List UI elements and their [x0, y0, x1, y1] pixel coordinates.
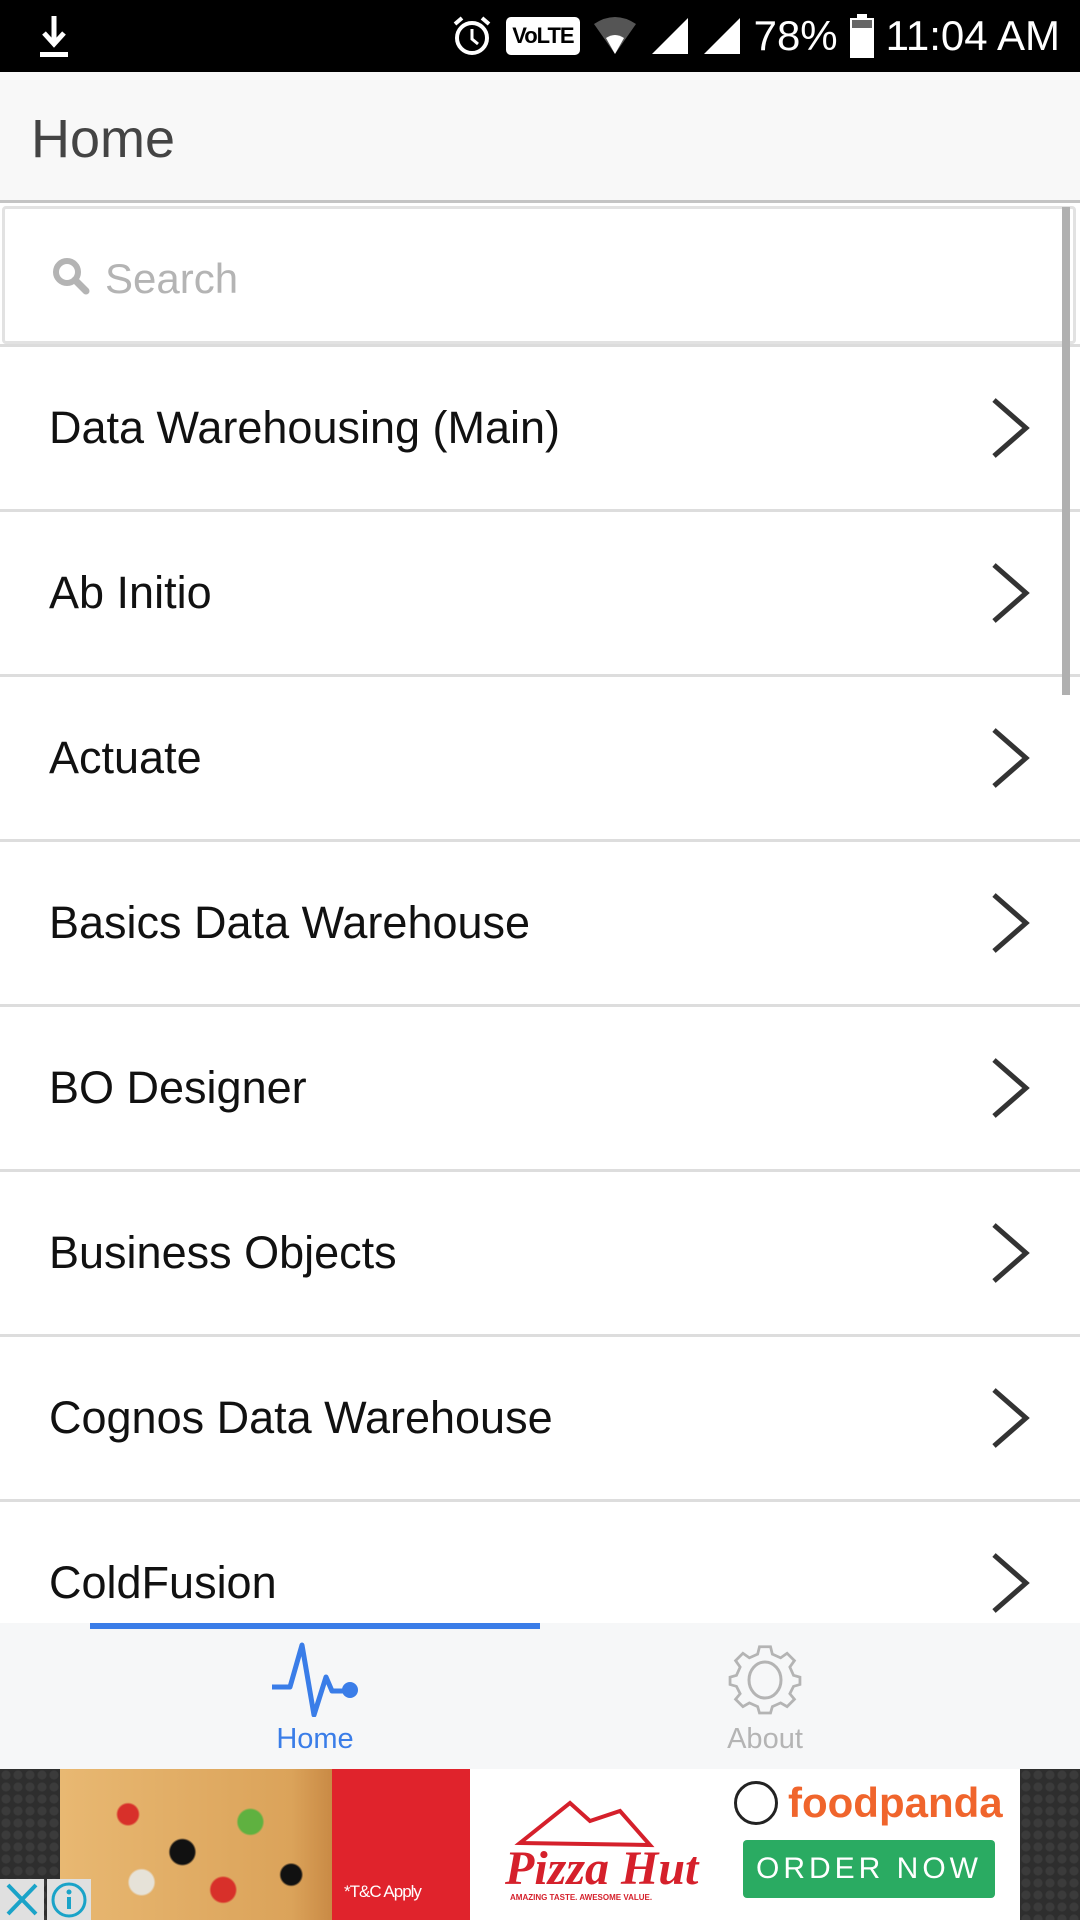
ad-terms-text: *T&C Apply — [344, 1882, 422, 1901]
ad-info-button[interactable] — [47, 1879, 91, 1920]
ad-close-button[interactable] — [0, 1879, 44, 1920]
search-bar[interactable] — [2, 206, 1076, 344]
signal-icon — [651, 18, 688, 54]
app-header: Home — [0, 72, 1080, 203]
tab-about-label: About — [727, 1723, 803, 1755]
chevron-right-icon — [992, 728, 1030, 788]
list-item-label: Actuate — [49, 732, 202, 783]
chevron-right-icon — [992, 398, 1030, 458]
wifi-icon — [593, 17, 636, 54]
order-now-button[interactable]: ORDER NOW — [743, 1840, 995, 1898]
ad-red-panel: *T&C Apply — [332, 1769, 470, 1920]
tab-about[interactable]: About — [495, 1629, 1035, 1769]
chevron-right-icon — [992, 893, 1030, 953]
pizza-hut-tagline: AMAZING TASTE. AWESOME VALUE. — [510, 1893, 653, 1902]
bottom-tab-bar: Home About — [0, 1623, 1080, 1769]
list-item-label: Ab Initio — [49, 567, 212, 618]
list-item-label: BO Designer — [49, 1062, 307, 1113]
pizza-hut-logo-text: Pizza Hut — [505, 1842, 699, 1895]
ad-banner[interactable]: *T&C Apply Pizza Hut AMAZING TASTE. AWES… — [0, 1769, 1080, 1920]
chevron-right-icon — [992, 1388, 1030, 1448]
list-item-label: ColdFusion — [49, 1557, 277, 1608]
list-scrollbar[interactable] — [1062, 207, 1070, 695]
ad-brand-panel: Pizza Hut AMAZING TASTE. AWESOME VALUE. … — [470, 1769, 1020, 1920]
battery-percent: 78% — [753, 12, 838, 59]
chevron-right-icon — [992, 1553, 1030, 1613]
clock-time: 11:04 AM — [885, 12, 1060, 59]
list-item-label: Business Objects — [49, 1227, 397, 1278]
list-item[interactable]: Cognos Data Warehouse — [0, 1337, 1080, 1502]
alarm-clock-icon — [453, 16, 491, 55]
list-item[interactable]: Business Objects — [0, 1172, 1080, 1337]
list-item-label: Cognos Data Warehouse — [49, 1392, 553, 1443]
gear-icon — [728, 1645, 802, 1715]
chevron-right-icon — [992, 1058, 1030, 1118]
list-item-label: Data Warehousing (Main) — [49, 402, 561, 453]
download-icon — [40, 16, 68, 57]
ad-pizza-image — [60, 1769, 332, 1920]
pulse-icon — [272, 1642, 358, 1717]
list-item[interactable]: Actuate — [0, 677, 1080, 842]
volte-badge: VoLTE — [506, 17, 580, 55]
chevron-right-icon — [992, 1223, 1030, 1283]
info-icon — [51, 1882, 87, 1918]
search-input[interactable] — [105, 239, 1005, 319]
search-icon — [53, 258, 90, 295]
battery-icon — [849, 14, 874, 58]
signal-icon-2 — [703, 18, 740, 54]
list-item[interactable]: Data Warehousing (Main) — [0, 347, 1080, 512]
close-icon — [6, 1883, 38, 1916]
status-bar: VoLTE 78% 11:04 AM — [0, 0, 1080, 72]
page-title: Home — [31, 109, 176, 169]
foodpanda-logo-text: foodpanda — [788, 1779, 1003, 1826]
topic-list: Data Warehousing (Main) Ab Initio Actuat… — [0, 347, 1080, 1667]
list-item-label: Basics Data Warehouse — [49, 897, 531, 948]
list-item[interactable]: Basics Data Warehouse — [0, 842, 1080, 1007]
list-item[interactable]: BO Designer — [0, 1007, 1080, 1172]
foodpanda-panda-icon — [734, 1781, 778, 1825]
chevron-right-icon — [992, 563, 1030, 623]
list-item[interactable]: Ab Initio — [0, 512, 1080, 677]
